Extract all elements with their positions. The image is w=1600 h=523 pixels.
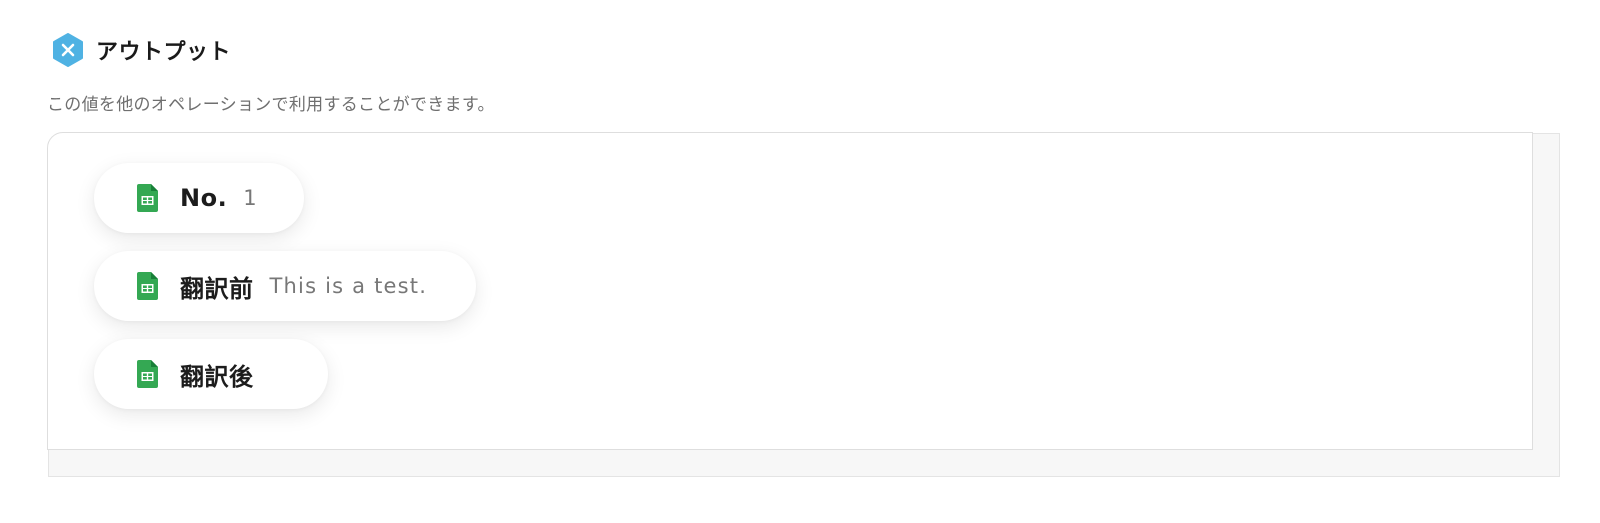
google-sheets-icon bbox=[137, 272, 158, 300]
output-label: No. bbox=[180, 184, 228, 212]
output-label: 翻訳前 bbox=[180, 274, 254, 303]
page-title: アウトプット bbox=[96, 40, 232, 65]
output-value: This is a test. bbox=[269, 274, 428, 298]
output-item-no[interactable]: No. 1 bbox=[94, 163, 304, 233]
google-sheets-icon bbox=[137, 360, 158, 388]
output-item-before-translation[interactable]: 翻訳前 This is a test. bbox=[94, 251, 476, 321]
output-value: 1 bbox=[243, 186, 258, 210]
google-sheets-icon bbox=[137, 184, 158, 212]
hexagon-x-logo-icon bbox=[53, 33, 83, 67]
output-description: この値を他のオペレーションで利用することができます。 bbox=[47, 95, 495, 115]
output-label: 翻訳後 bbox=[180, 362, 254, 391]
output-header: アウトプット bbox=[50, 32, 231, 68]
output-item-after-translation[interactable]: 翻訳後 bbox=[94, 339, 328, 409]
